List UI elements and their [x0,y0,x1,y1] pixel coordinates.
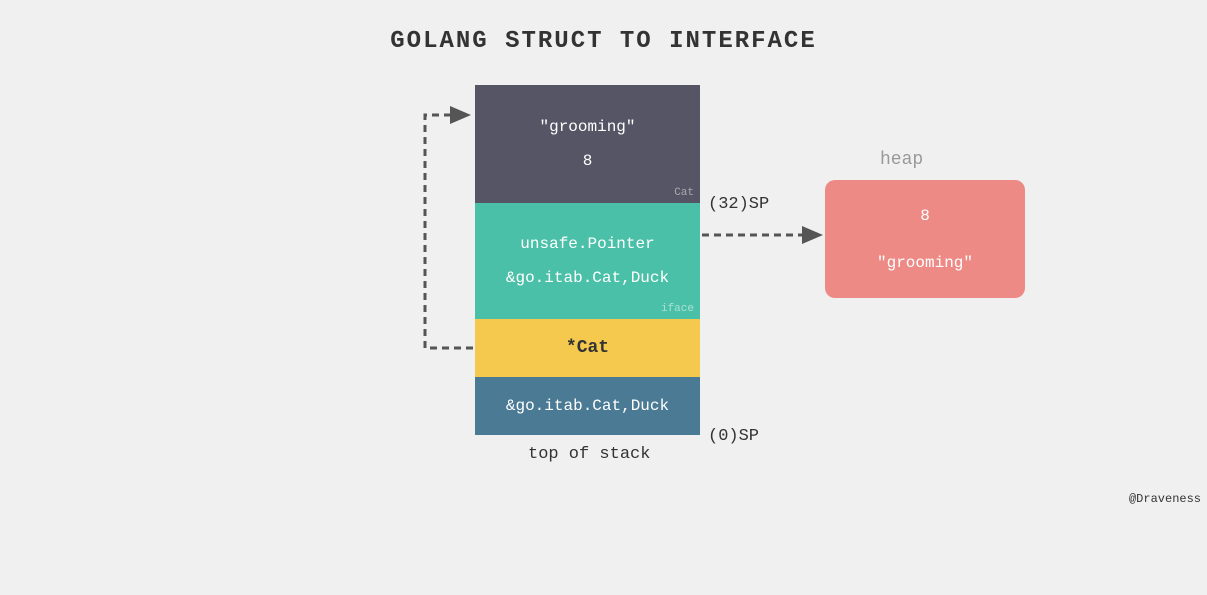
iface-data-ptr: unsafe.Pointer [520,235,654,253]
stack-cell-catptr: *Cat [475,319,700,377]
heap-name: "grooming" [877,254,973,272]
heap-label: heap [880,150,923,170]
diagram-title: GOLANG STRUCT TO INTERFACE [0,0,1207,55]
cat-type-label: Cat [674,187,694,199]
catptr-label: *Cat [566,338,609,358]
iface-type-label: iface [661,303,694,315]
itab-label: &go.itab.Cat,Duck [506,397,669,415]
stack-cell-cat-struct: "grooming" 8 Cat [475,85,700,203]
stack-cell-iface: unsafe.Pointer &go.itab.Cat,Duck iface [475,203,700,319]
credit-label: @Draveness [1129,492,1201,506]
diagram-area: "grooming" 8 Cat unsafe.Pointer &go.itab… [0,85,1207,495]
cat-field-name: "grooming" [539,118,635,136]
heap-age: 8 [920,207,930,225]
cat-field-age: 8 [583,152,593,170]
stack-cell-itab: &go.itab.Cat,Duck [475,377,700,435]
heap-box: 8 "grooming" [825,180,1025,298]
top-of-stack-label: top of stack [528,445,650,464]
iface-itab-ptr: &go.itab.Cat,Duck [506,269,669,287]
sp-32-label: (32)SP [708,195,769,214]
stack-column: "grooming" 8 Cat unsafe.Pointer &go.itab… [475,85,700,435]
sp-0-label: (0)SP [708,427,759,446]
